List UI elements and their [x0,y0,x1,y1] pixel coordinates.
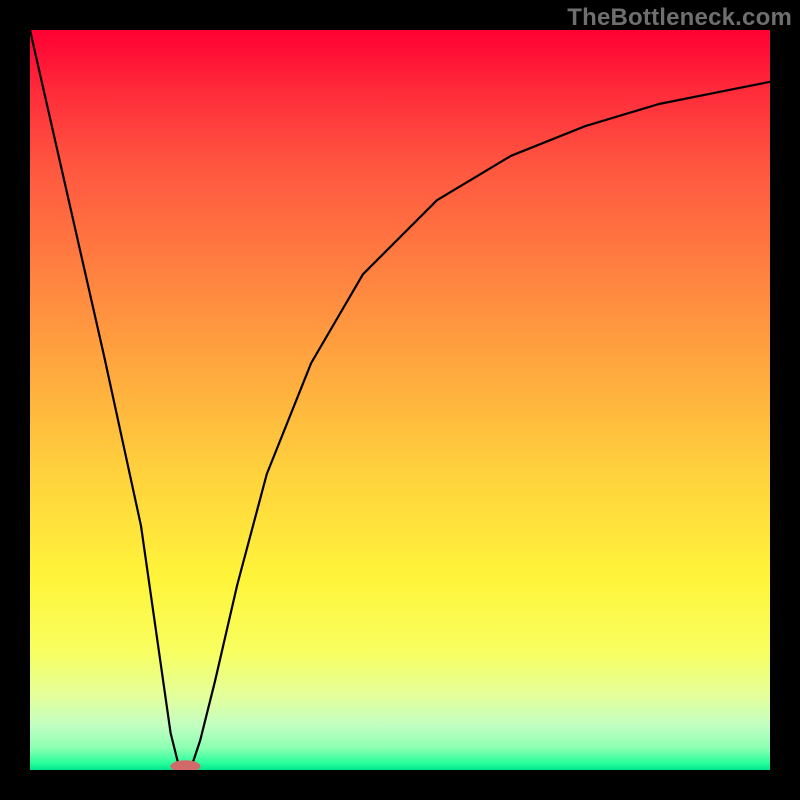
chart-frame: TheBottleneck.com [0,0,800,800]
watermark-text: TheBottleneck.com [567,4,792,32]
bottleneck-curve [30,30,770,766]
plot-area [30,30,770,770]
curve-layer [30,30,770,770]
minimum-marker [170,760,200,770]
